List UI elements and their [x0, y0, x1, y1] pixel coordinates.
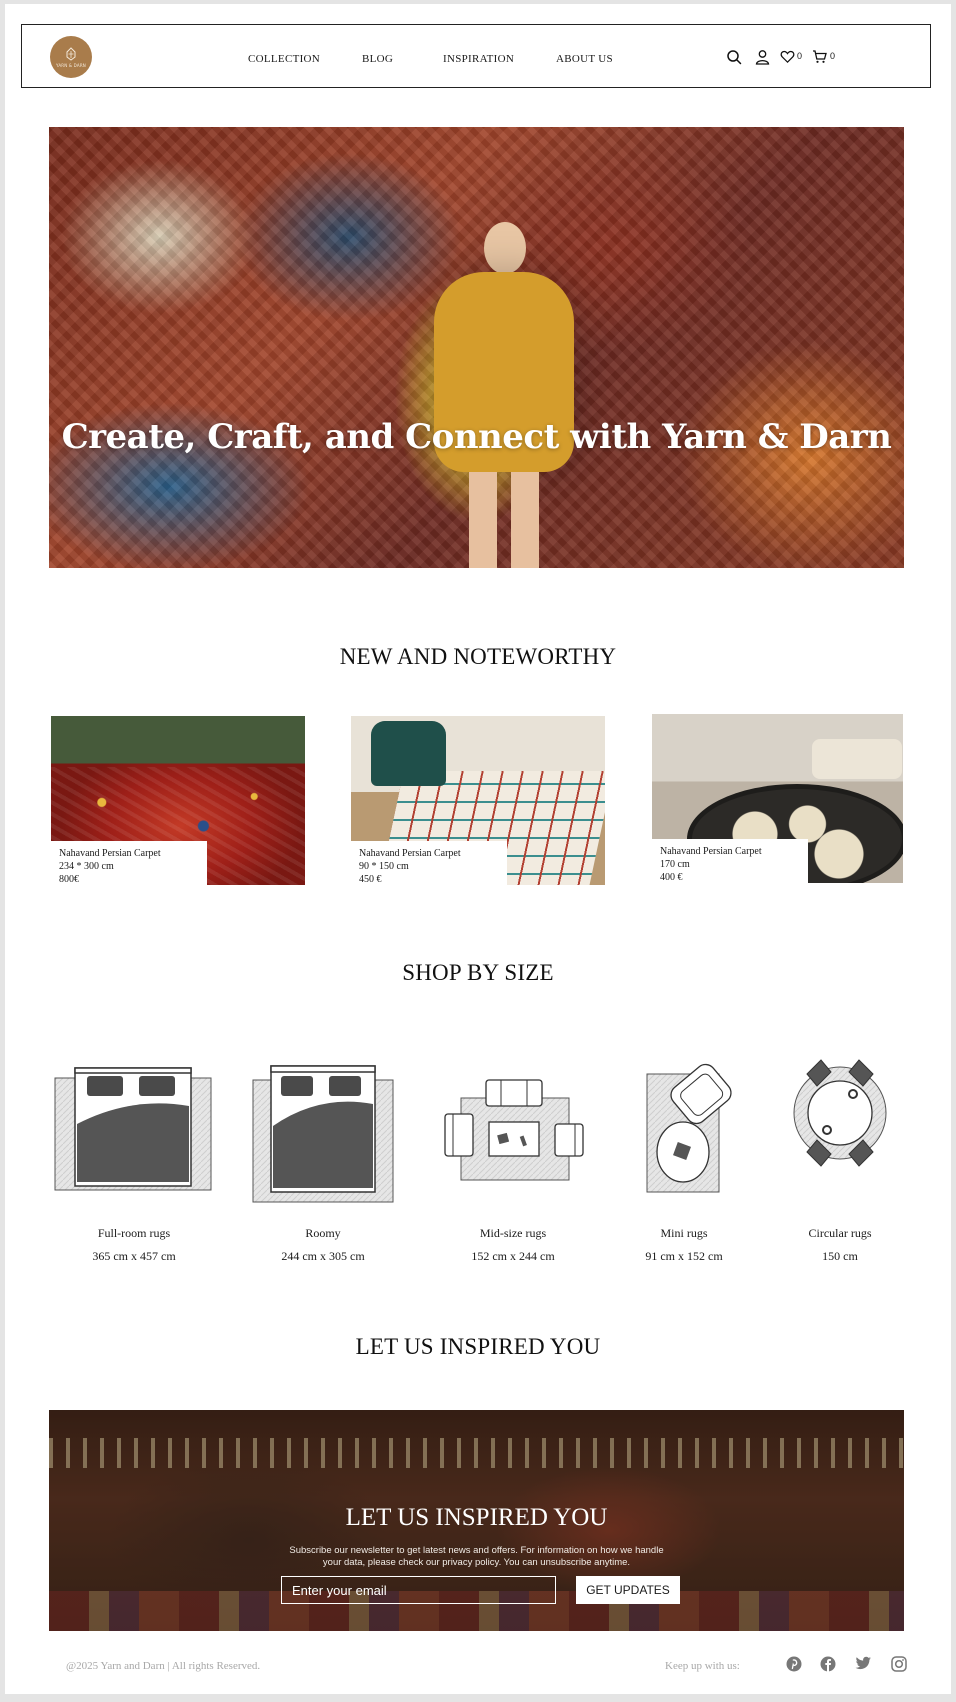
product-name: Nahavand Persian Carpet	[660, 846, 762, 857]
product-card[interactable]: Nahavand Persian Carpet 170 cm 400 €	[652, 714, 903, 883]
cart-icon[interactable]	[812, 49, 827, 64]
hero-person-legs	[469, 472, 539, 568]
inspire-section-title: LET US INSPIRED YOU	[355, 1334, 601, 1359]
size-label: Circular rugs	[808, 1226, 872, 1240]
product-card[interactable]: Nahavand Persian Carpet 90 * 150 cm 450 …	[351, 716, 605, 885]
mid-size-rug-icon[interactable]	[443, 1078, 585, 1184]
product-card[interactable]: Nahavand Persian Carpet 234 * 300 cm 800…	[51, 716, 305, 885]
newsletter-text: Subscribe our newsletter to get latest n…	[289, 1545, 664, 1568]
sofa-shape	[812, 739, 902, 779]
facebook-icon[interactable]	[820, 1656, 836, 1672]
wishlist-count: 0	[797, 51, 803, 61]
size-label: Mid-size rugs	[479, 1226, 547, 1240]
cart-count: 0	[830, 51, 836, 61]
product-name: Nahavand Persian Carpet	[59, 848, 161, 859]
page: YARN & DARN COLLECTION BLOG INSPIRATION …	[5, 4, 951, 1694]
user-icon[interactable]	[755, 49, 770, 65]
search-icon[interactable]	[726, 49, 742, 65]
heart-icon[interactable]	[780, 49, 795, 64]
product-price: 450 €	[359, 874, 382, 885]
nav-about-us[interactable]: ABOUT US	[556, 53, 613, 65]
get-updates-button[interactable]: GET UPDATES	[576, 1576, 680, 1604]
product-info: Nahavand Persian Carpet 170 cm 400 €	[652, 839, 808, 883]
chair-shape	[371, 721, 446, 786]
logo-text: YARN & DARN	[55, 63, 87, 68]
product-size: 170 cm	[660, 859, 690, 870]
nav-inspiration[interactable]: INSPIRATION	[443, 53, 514, 65]
product-price: 800€	[59, 874, 79, 885]
newsletter-title: LET US INSPIRED YOU	[345, 1504, 608, 1531]
mini-rug-icon[interactable]	[643, 1062, 737, 1196]
product-info: Nahavand Persian Carpet 90 * 150 cm 450 …	[351, 841, 507, 885]
product-price: 400 €	[660, 872, 683, 883]
hero-person-head	[484, 222, 526, 274]
size-dimensions: 152 cm x 244 cm	[471, 1249, 555, 1263]
new-section-title: NEW AND NOTEWORTHY	[339, 644, 617, 669]
hero-title: Create, Craft, and Connect with Yarn & D…	[61, 417, 892, 457]
size-label: Full-room rugs	[97, 1226, 171, 1240]
size-dimensions: 244 cm x 305 cm	[281, 1249, 365, 1263]
full-room-rug-icon[interactable]	[51, 1066, 215, 1194]
footer-keep-up: Keep up with us:	[665, 1660, 740, 1672]
instagram-icon[interactable]	[891, 1656, 907, 1672]
footer-copyright: @2025 Yarn and Darn | All rights Reserve…	[66, 1660, 261, 1672]
size-label: Roomy	[305, 1226, 341, 1240]
pinterest-icon[interactable]	[786, 1656, 802, 1672]
newsletter-banner: LET US INSPIRED YOU Subscribe our newsle…	[49, 1410, 904, 1631]
logo-icon	[66, 47, 76, 61]
nav-blog[interactable]: BLOG	[362, 53, 393, 65]
product-name: Nahavand Persian Carpet	[359, 848, 461, 859]
roomy-rug-icon[interactable]	[249, 1064, 397, 1206]
nav-collection[interactable]: COLLECTION	[248, 53, 320, 65]
product-size: 234 * 300 cm	[59, 861, 114, 872]
hero-banner: Create, Craft, and Connect with Yarn & D…	[49, 127, 904, 568]
circular-rug-icon[interactable]	[791, 1056, 889, 1170]
twitter-icon[interactable]	[855, 1656, 872, 1671]
email-input[interactable]	[281, 1576, 556, 1604]
size-dimensions: 365 cm x 457 cm	[92, 1249, 176, 1263]
product-size: 90 * 150 cm	[359, 861, 409, 872]
product-info: Nahavand Persian Carpet 234 * 300 cm 800…	[51, 841, 207, 885]
site-header: YARN & DARN COLLECTION BLOG INSPIRATION …	[21, 24, 931, 88]
size-section-title: SHOP BY SIZE	[402, 960, 554, 985]
brand-logo[interactable]: YARN & DARN	[50, 36, 92, 78]
size-dimensions: 150 cm	[822, 1249, 858, 1263]
